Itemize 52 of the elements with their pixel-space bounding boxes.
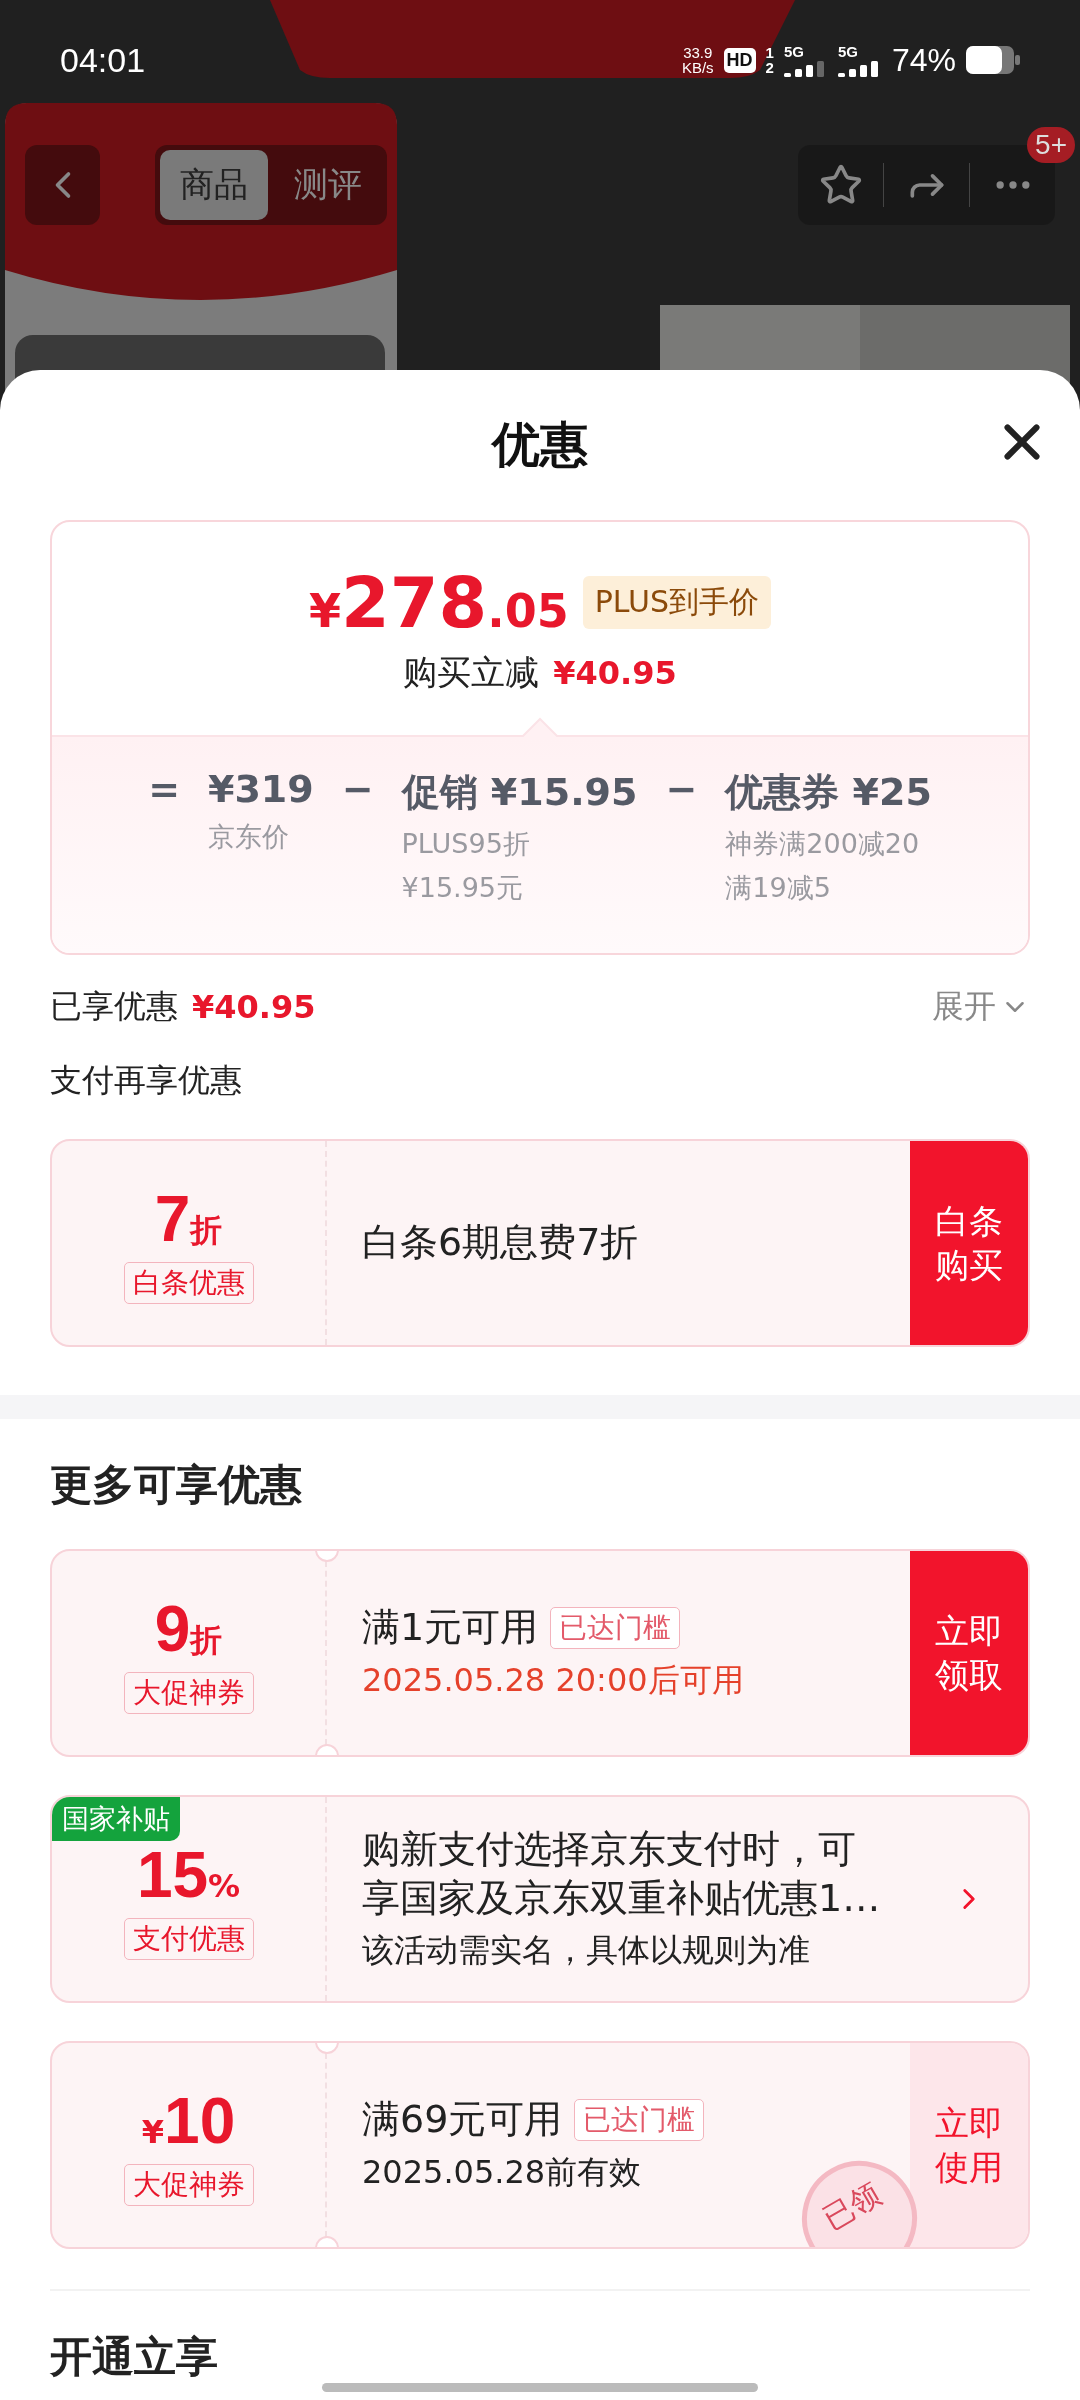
price-note: PLUS95折 xyxy=(401,827,531,861)
coupon-action-button[interactable]: 白条购买 xyxy=(910,1141,1028,1345)
coupon-action-button[interactable]: 立即领取 xyxy=(910,1551,1028,1755)
price-component: ¥319 xyxy=(207,767,314,811)
operator-sign: = xyxy=(148,767,180,813)
price-note: 神券满200减20 xyxy=(725,827,921,861)
saved-label: 已享优惠 xyxy=(50,986,178,1027)
threshold-tag: 已达门槛 xyxy=(574,2099,705,2141)
threshold-tag: 已达门槛 xyxy=(550,1607,681,1649)
discount-value: 7折 xyxy=(154,1182,223,1256)
price-note: ¥15.95元 xyxy=(401,871,525,905)
status-time: 04:01 xyxy=(60,40,146,80)
discount-label: 购买立减 xyxy=(403,650,540,694)
coupon-type-tag: 白条优惠 xyxy=(123,1262,254,1304)
corner-tag: 国家补贴 xyxy=(52,1797,180,1841)
price-note: 满19减5 xyxy=(725,871,832,905)
section-title: 开通立享 xyxy=(49,2331,219,2383)
discount-value: 15% xyxy=(136,1838,241,1912)
price-component: 优惠券 ¥25 xyxy=(725,769,932,816)
saved-amount: ¥40.95 xyxy=(192,988,316,1026)
coupon-validity: 2025.05.28 20:00后可用 xyxy=(362,1659,745,1701)
final-price: ¥278.05 xyxy=(309,561,569,644)
battery-level: 74% xyxy=(891,41,956,79)
sim-slots: 1 2 xyxy=(765,45,774,75)
coupon-title: 白条6期息费7折 xyxy=(362,1219,639,1267)
nav-tab[interactable]: 商品 xyxy=(160,150,268,220)
expand-button[interactable]: 展开 xyxy=(932,985,1030,1029)
discount-amount: ¥40.95 xyxy=(553,653,677,692)
section-title: 支付再享优惠 xyxy=(49,1060,243,1101)
section-title: 更多可享优惠 xyxy=(49,1459,303,1511)
coupon-type-tag: 支付优惠 xyxy=(123,1918,254,1960)
discount-value: ¥10 xyxy=(141,2084,236,2158)
operator-sign: − xyxy=(341,767,374,813)
coupon-title: 满69元可用 xyxy=(362,2096,563,2144)
coupon-title: 满1元可用 xyxy=(362,1604,539,1652)
network-speed: 33.9 KB/s xyxy=(681,45,714,75)
coupon-action-button[interactable]: 立即使用 xyxy=(910,2043,1028,2247)
operator-sign: − xyxy=(665,767,698,813)
price-component: 促销 ¥15.95 xyxy=(401,769,638,816)
coupon-validity: 该活动需实名，具体以规则为准 xyxy=(362,1930,811,1972)
nav-tab[interactable]: 测评 xyxy=(274,150,382,220)
network-type: 5G xyxy=(783,43,804,59)
discount-value: 9折 xyxy=(154,1592,223,1666)
price-note: 京东价 xyxy=(207,820,290,854)
coupon-validity: 2025.05.28前有效 xyxy=(362,2151,643,2193)
coupon-type-tag: 大促神券 xyxy=(123,2164,254,2206)
coupon-title: 购新支付选择京东支付时，可享国家及京东双重补贴优惠1… xyxy=(362,1825,882,1922)
price-tag: PLUS到手价 xyxy=(582,576,771,629)
network-type: 5G xyxy=(837,43,858,59)
battery-icon xyxy=(966,46,1020,74)
coupon-type-tag: 大促神券 xyxy=(123,1672,254,1714)
sheet-title: 优惠 xyxy=(492,415,588,474)
